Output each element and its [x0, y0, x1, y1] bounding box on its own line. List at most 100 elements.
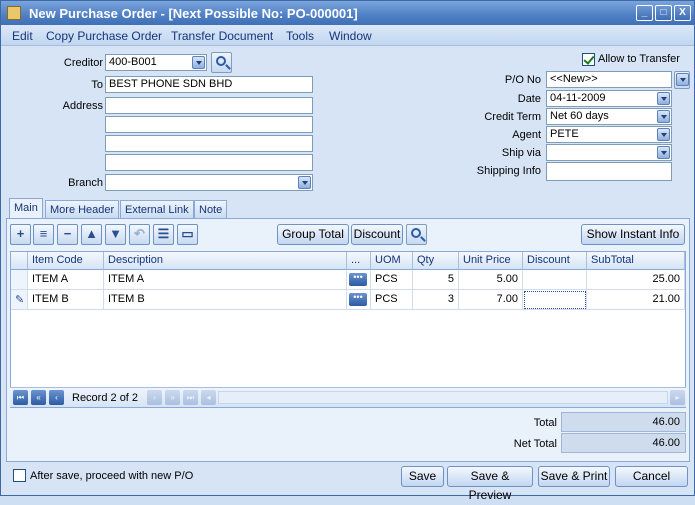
scroll-right-icon[interactable]: ▸: [670, 390, 685, 405]
allow-transfer-checkbox[interactable]: [582, 53, 595, 66]
address-label: Address: [62, 100, 103, 112]
first-record-icon[interactable]: ⏮: [13, 390, 28, 405]
save-preview-button[interactable]: Save & Preview: [447, 466, 533, 502]
address-line-1[interactable]: [105, 97, 313, 114]
title-bar[interactable]: New Purchase Order - [Next Possible No: …: [1, 1, 694, 25]
row-indicator-header: [11, 252, 28, 270]
menu-edit[interactable]: Edit: [12, 29, 33, 43]
cell-uom[interactable]: PCS: [371, 290, 413, 310]
cell-discount[interactable]: [523, 290, 587, 310]
tab-external-link[interactable]: External Link: [120, 200, 194, 219]
list-icon[interactable]: ☰: [153, 224, 174, 245]
next-record-icon[interactable]: ›: [147, 390, 162, 405]
chevron-down-icon[interactable]: [657, 92, 670, 105]
cell-more[interactable]: •••: [347, 270, 371, 290]
pencil-icon[interactable]: ✎: [11, 290, 28, 310]
ship-via-combo[interactable]: [546, 144, 672, 161]
tab-main[interactable]: Main: [9, 198, 43, 219]
column-header-subtotal[interactable]: SubTotal: [587, 252, 685, 270]
item-grid[interactable]: Item Code Description ... UOM Qty Unit P…: [10, 251, 686, 408]
cell-subtotal[interactable]: 21.00: [587, 290, 685, 310]
cell-discount[interactable]: [523, 270, 587, 290]
cell-description[interactable]: ITEM A: [104, 270, 347, 290]
address-line-2[interactable]: [105, 116, 313, 133]
branch-label: Branch: [68, 177, 103, 189]
creditor-lookup-button[interactable]: [211, 52, 232, 73]
menu-transfer-document[interactable]: Transfer Document: [171, 29, 273, 43]
purchase-order-window: New Purchase Order - [Next Possible No: …: [0, 0, 695, 502]
group-total-button[interactable]: Group Total: [277, 224, 349, 245]
chevron-down-icon[interactable]: [657, 146, 670, 159]
chevron-down-icon[interactable]: [298, 176, 311, 189]
ellipsis-button[interactable]: •••: [349, 273, 367, 286]
last-record-icon[interactable]: ⏭: [183, 390, 198, 405]
cell-subtotal[interactable]: 25.00: [587, 270, 685, 290]
cell-unit-price[interactable]: 5.00: [459, 270, 523, 290]
net-total-label: Net Total: [513, 438, 557, 450]
column-header-discount[interactable]: Discount: [523, 252, 587, 270]
branch-combo[interactable]: [105, 174, 313, 191]
column-header-description[interactable]: Description: [104, 252, 347, 270]
previous-page-icon[interactable]: «: [31, 390, 46, 405]
insert-row-icon[interactable]: ≡: [33, 224, 54, 245]
close-button[interactable]: X: [674, 5, 691, 21]
ship-via-label: Ship via: [501, 147, 541, 159]
creditor-combo[interactable]: 400-B001: [105, 54, 207, 71]
undo-icon[interactable]: ↶: [129, 224, 150, 245]
save-print-button[interactable]: Save & Print: [538, 466, 610, 487]
chevron-down-icon[interactable]: [657, 128, 670, 141]
after-save-label: After save, proceed with new P/O: [30, 470, 194, 482]
agent-combo[interactable]: PETE: [546, 126, 672, 143]
grid-search-button[interactable]: [406, 224, 427, 245]
column-header-item-code[interactable]: Item Code: [28, 252, 104, 270]
ellipsis-button[interactable]: •••: [349, 293, 367, 306]
cell-qty[interactable]: 3: [413, 290, 459, 310]
cell-item-code[interactable]: ITEM A: [28, 270, 104, 290]
save-button[interactable]: Save: [401, 466, 444, 487]
cell-item-code[interactable]: ITEM B: [28, 290, 104, 310]
move-down-icon[interactable]: ▼: [105, 224, 126, 245]
row-indicator[interactable]: [11, 270, 28, 290]
cell-description[interactable]: ITEM B: [104, 290, 347, 310]
delete-row-icon[interactable]: −: [57, 224, 78, 245]
chevron-down-icon[interactable]: [192, 56, 205, 69]
cell-unit-price[interactable]: 7.00: [459, 290, 523, 310]
discount-button[interactable]: Discount: [351, 224, 403, 245]
column-header-more[interactable]: ...: [347, 252, 371, 270]
minimize-button[interactable]: _: [636, 5, 653, 21]
add-row-icon[interactable]: +: [10, 224, 31, 245]
window-title: New Purchase Order - [Next Possible No: …: [29, 6, 358, 21]
column-header-qty[interactable]: Qty: [413, 252, 459, 270]
date-label: Date: [517, 93, 541, 105]
cancel-button[interactable]: Cancel: [615, 466, 688, 487]
cell-more[interactable]: •••: [347, 290, 371, 310]
show-instant-info-button[interactable]: Show Instant Info: [581, 224, 685, 245]
menu-copy-purchase-order[interactable]: Copy Purchase Order: [46, 29, 162, 43]
po-no-dropdown-button[interactable]: [674, 71, 690, 89]
column-header-unit-price[interactable]: Unit Price: [459, 252, 523, 270]
move-up-icon[interactable]: ▲: [81, 224, 102, 245]
address-line-3[interactable]: [105, 135, 313, 152]
next-page-icon[interactable]: »: [165, 390, 180, 405]
menu-window[interactable]: Window: [329, 29, 372, 43]
address-line-4[interactable]: [105, 154, 313, 171]
po-no-field[interactable]: <<New>>: [546, 71, 672, 88]
menu-tools[interactable]: Tools: [286, 29, 314, 43]
column-header-uom[interactable]: UOM: [371, 252, 413, 270]
maximize-button[interactable]: □: [655, 5, 672, 21]
shipping-info-field[interactable]: [546, 162, 672, 181]
date-combo[interactable]: 04-11-2009: [546, 90, 672, 107]
scroll-left-icon[interactable]: ◂: [201, 390, 216, 405]
tab-more-header[interactable]: More Header: [45, 200, 120, 219]
cell-uom[interactable]: PCS: [371, 270, 413, 290]
after-save-checkbox[interactable]: [13, 469, 26, 482]
chevron-down-icon[interactable]: [657, 110, 670, 123]
tab-note[interactable]: Note: [194, 200, 228, 219]
subtotal-icon[interactable]: ▭: [177, 224, 198, 245]
cell-qty[interactable]: 5: [413, 270, 459, 290]
previous-record-icon[interactable]: ‹: [49, 390, 64, 405]
to-field[interactable]: BEST PHONE SDN BHD: [105, 76, 313, 93]
credit-term-combo[interactable]: Net 60 days: [546, 108, 672, 125]
horizontal-scrollbar[interactable]: [218, 391, 668, 404]
to-label: To: [91, 79, 103, 91]
